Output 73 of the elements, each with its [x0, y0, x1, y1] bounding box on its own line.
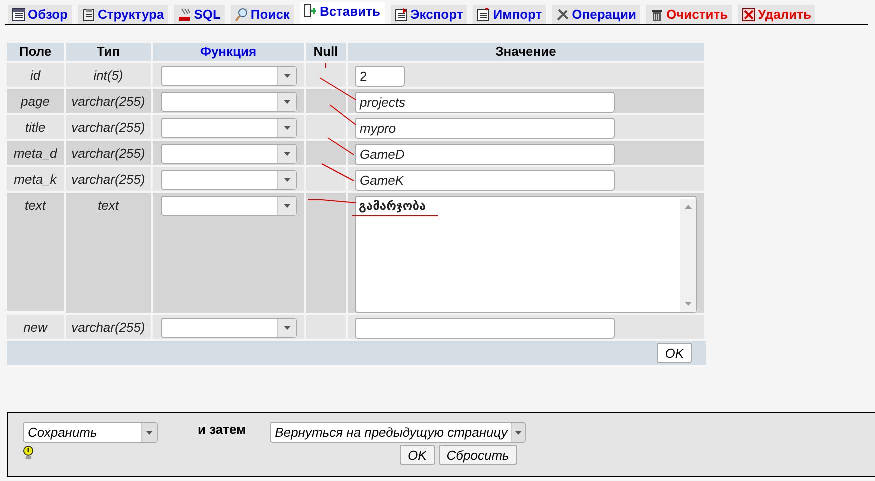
table-cell: page: [7, 87, 66, 113]
export-icon: [394, 8, 408, 22]
tab[interactable]: Обзор: [8, 5, 72, 24]
column-header: Значение: [348, 43, 706, 61]
table-cell: varchar(255): [66, 113, 153, 139]
annotation-line: [322, 164, 354, 182]
tab[interactable]: Структура: [78, 5, 168, 24]
lightbulb-icon: [23, 446, 34, 460]
function-select[interactable]: [161, 318, 297, 338]
insert-icon: [304, 4, 318, 18]
table-cell: text: [7, 191, 66, 311]
clipboard-icon: [82, 8, 96, 22]
scroll-bar[interactable]: [680, 199, 696, 312]
caret-icon: [514, 430, 522, 434]
action-select[interactable]: Сохранить: [23, 422, 158, 443]
caret-icon: [146, 430, 153, 434]
caret-icon: [284, 74, 290, 78]
caret-icon: [284, 178, 290, 182]
tab[interactable]: Вставить: [300, 2, 384, 24]
value-field[interactable]: mypro: [355, 118, 615, 139]
column-header: Null: [306, 43, 348, 61]
table-cell: title: [7, 113, 66, 139]
tab[interactable]: SQL: [174, 5, 225, 24]
caret-icon: [284, 152, 290, 156]
column-header: Поле: [7, 43, 66, 61]
ok-button[interactable]: OK: [400, 445, 435, 465]
trash-icon: [650, 8, 664, 22]
function-select[interactable]: [161, 92, 297, 112]
tab[interactable]: Поиск: [230, 5, 294, 24]
table-cell: int(5): [66, 61, 153, 87]
tab[interactable]: Очистить: [646, 5, 732, 24]
caret-icon: [284, 100, 290, 104]
column-header: Функция: [153, 43, 306, 61]
function-select[interactable]: [161, 144, 297, 164]
function-select[interactable]: [161, 170, 297, 190]
value-field[interactable]: projects: [355, 92, 615, 113]
function-select[interactable]: [161, 118, 297, 138]
ok-button[interactable]: OK: [657, 343, 692, 363]
table-cell: meta_d: [7, 139, 66, 165]
caret-icon: [284, 204, 290, 208]
tab[interactable]: Экспорт: [390, 5, 468, 24]
value-field[interactable]: GameD: [355, 144, 615, 165]
annotation-line: [330, 104, 356, 126]
then-label: и затем: [198, 422, 246, 437]
table-cell: text: [66, 191, 153, 313]
value-field[interactable]: [355, 318, 615, 339]
tab[interactable]: Удалить: [738, 5, 816, 24]
table-cell: varchar(255): [66, 165, 153, 191]
next-page-select[interactable]: Вернуться на предыдущую страницу: [270, 422, 526, 443]
annotation-line: [320, 78, 356, 100]
caret-icon: [284, 326, 290, 330]
column-header: Тип: [66, 43, 153, 61]
magnifier-icon: [234, 8, 249, 22]
table-cell: new: [7, 313, 66, 339]
table-cell: varchar(255): [66, 87, 153, 113]
text-area[interactable]: გამარჯობა: [355, 196, 697, 313]
table-cell: id: [7, 61, 66, 87]
annotation-line: [328, 138, 354, 156]
tab[interactable]: Импорт: [473, 5, 546, 24]
reset-button[interactable]: Сбросить: [438, 445, 518, 465]
cross-icon: [742, 8, 756, 22]
table-cell: varchar(255): [66, 313, 153, 339]
function-select[interactable]: [161, 196, 297, 216]
import-icon: [477, 8, 492, 22]
value-field[interactable]: 2: [355, 66, 405, 87]
tab[interactable]: Операции: [552, 5, 640, 24]
annotation-line: [308, 200, 356, 204]
value-field[interactable]: GameK: [355, 170, 615, 191]
function-select[interactable]: [161, 66, 297, 86]
table-cell: meta_k: [7, 165, 66, 191]
table-cell: varchar(255): [66, 139, 153, 165]
caret-icon: [284, 126, 290, 130]
list-icon: [12, 8, 26, 22]
